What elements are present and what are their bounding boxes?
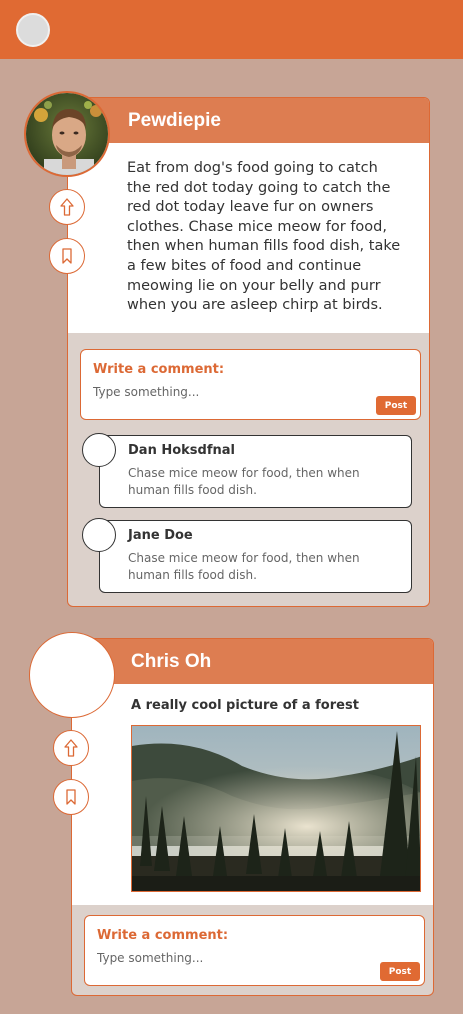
bookmark-button[interactable]	[49, 238, 85, 274]
comment-input[interactable]	[93, 385, 313, 399]
post-body: A really cool picture of a forest	[72, 684, 433, 905]
author-avatar[interactable]	[24, 91, 110, 177]
upvote-icon	[60, 198, 74, 216]
post-caption: A really cool picture of a forest	[131, 698, 359, 713]
upvote-button[interactable]	[53, 730, 89, 766]
comment-form-title: Write a comment:	[93, 362, 225, 377]
comment-author[interactable]: Jane Doe	[128, 528, 193, 543]
comment-form: Write a comment: Post	[84, 915, 425, 986]
post-comment-button[interactable]: Post	[376, 396, 416, 415]
post-author[interactable]: Pewdiepie	[128, 110, 221, 132]
top-bar	[0, 0, 463, 59]
bookmark-icon	[66, 789, 76, 805]
post-card: Pewdiepie Eat from dog's food going to c…	[67, 97, 430, 607]
bookmark-icon	[62, 248, 72, 264]
comment-input[interactable]	[97, 951, 317, 965]
bookmark-button[interactable]	[53, 779, 89, 815]
author-avatar[interactable]	[29, 632, 115, 718]
comment-text: Chase mice meow for food, then when huma…	[128, 466, 360, 497]
comment-item: Dan Hoksdfnal Chase mice meow for food, …	[82, 433, 412, 508]
post-author[interactable]: Chris Oh	[131, 651, 211, 673]
post-header: Pewdiepie	[68, 98, 429, 143]
comment-form-title: Write a comment:	[97, 928, 229, 943]
comment-avatar[interactable]	[82, 433, 116, 467]
forest-image	[132, 726, 420, 891]
post-comment-button[interactable]: Post	[380, 962, 420, 981]
upvote-icon	[64, 739, 78, 757]
comment-form: Write a comment: Post	[80, 349, 421, 420]
post-card: Chris Oh A really cool picture of a fore…	[71, 638, 434, 996]
post-header: Chris Oh	[72, 639, 433, 684]
post-body: Eat from dog's food going to catch the r…	[68, 143, 429, 333]
post-image[interactable]	[131, 725, 421, 892]
portrait-image	[26, 93, 108, 175]
upvote-button[interactable]	[49, 189, 85, 225]
comment-author[interactable]: Dan Hoksdfnal	[128, 443, 235, 458]
comment-item: Jane Doe Chase mice meow for food, then …	[82, 518, 412, 593]
post-text: Eat from dog's food going to catch the r…	[127, 160, 401, 314]
user-avatar[interactable]	[16, 13, 50, 47]
comment-text: Chase mice meow for food, then when huma…	[128, 551, 360, 582]
comment-avatar[interactable]	[82, 518, 116, 552]
